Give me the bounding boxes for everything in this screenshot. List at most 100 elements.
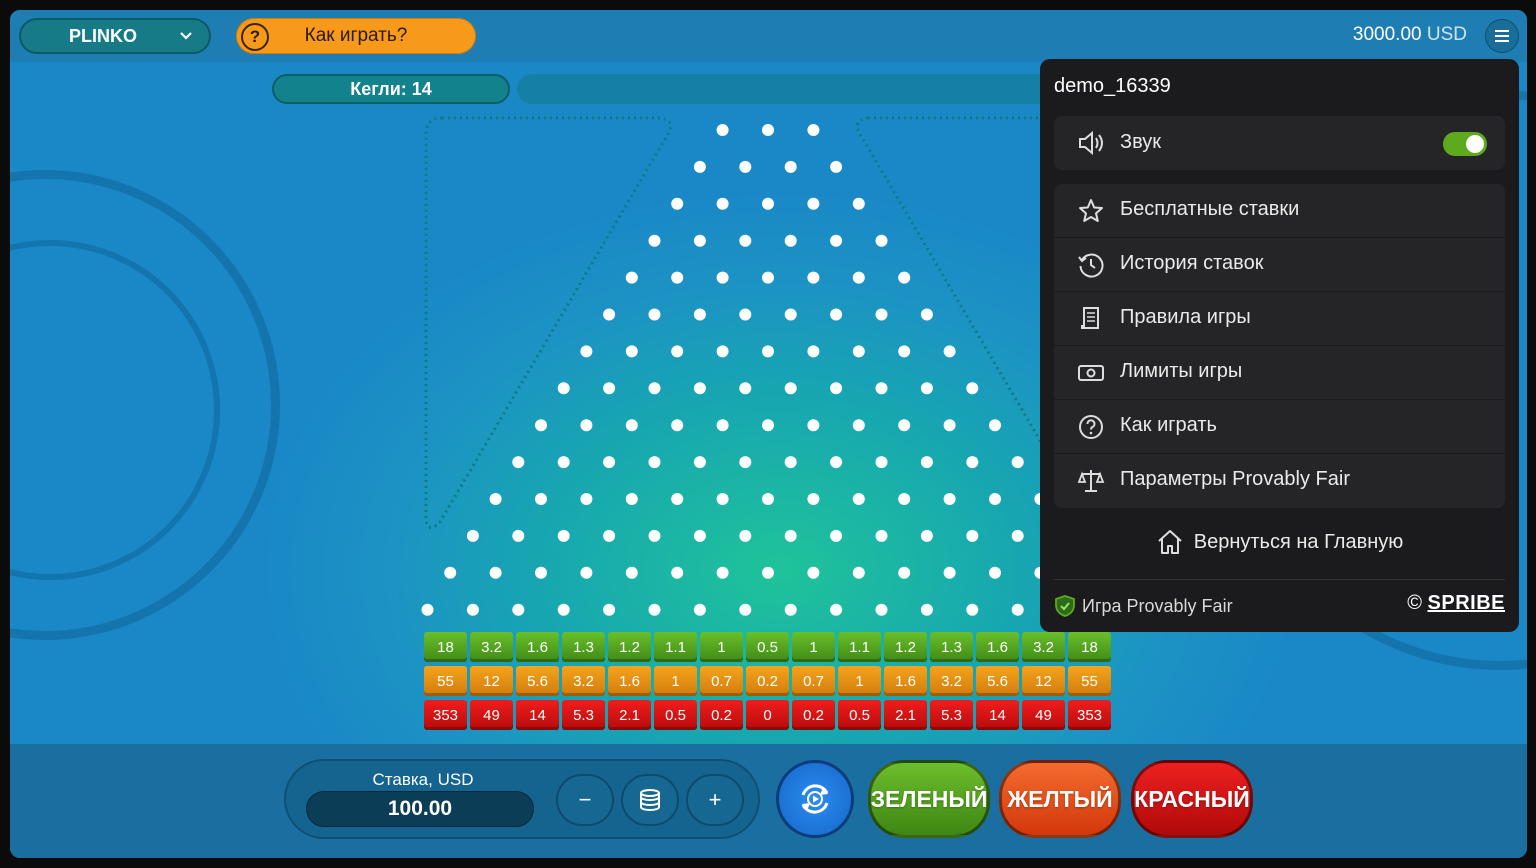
history-icon xyxy=(1076,250,1106,280)
peg xyxy=(920,456,933,469)
menu-item-bet-history[interactable]: История ставок xyxy=(1054,238,1505,292)
bet-amount-input[interactable]: 100.00 xyxy=(306,791,534,827)
menu-item-provably-fair[interactable]: Параметры Provably Fair xyxy=(1054,454,1505,508)
menu-item-how-to-play[interactable]: Как играть xyxy=(1054,400,1505,454)
decrease-bet-button[interactable]: − xyxy=(556,774,614,826)
multiplier-cell-red: 0 xyxy=(746,700,789,730)
sound-label: Звук xyxy=(1120,131,1162,153)
peg xyxy=(920,382,933,395)
multiplier-cell-yellow: 55 xyxy=(1068,666,1111,696)
multiplier-cell-yellow: 3.2 xyxy=(930,666,973,696)
peg xyxy=(852,493,865,505)
increase-bet-button[interactable]: + xyxy=(686,774,744,826)
menu-item-label: Как играть xyxy=(1120,414,1217,436)
peg xyxy=(807,345,820,358)
peg xyxy=(625,271,638,284)
peg xyxy=(807,197,820,210)
autoplay-icon xyxy=(801,784,829,814)
peg xyxy=(1011,456,1024,469)
peg xyxy=(898,419,911,432)
provably-fair-badge[interactable]: Игра Provably Fair xyxy=(1054,594,1233,618)
menu-item-free-bets[interactable]: Бесплатные ставки xyxy=(1054,184,1505,238)
peg xyxy=(762,419,774,432)
coins-icon xyxy=(640,789,660,812)
copyright-symbol: © xyxy=(1407,592,1422,614)
peg xyxy=(830,529,843,542)
peg xyxy=(875,308,888,321)
multiplier-cell-green: 1.3 xyxy=(930,632,973,662)
peg xyxy=(966,529,979,542)
menu-item-limits[interactable]: Лимиты игры xyxy=(1054,346,1505,400)
spribe-logo[interactable]: © SPRIBE xyxy=(1407,592,1505,615)
multiplier-cell-yellow: 0.2 xyxy=(746,666,789,696)
multiplier-cell-yellow: 5.6 xyxy=(516,666,559,696)
pins-group xyxy=(421,124,1115,616)
peg xyxy=(739,234,752,247)
peg xyxy=(716,271,729,284)
multiplier-cell-green: 1.2 xyxy=(608,632,651,662)
multiplier-cell-yellow: 12 xyxy=(470,666,513,696)
peg xyxy=(784,308,797,321)
peg xyxy=(852,345,865,358)
multiplier-cell-yellow: 1.6 xyxy=(884,666,927,696)
menu-item-rules[interactable]: Правила игры xyxy=(1054,292,1505,346)
peg xyxy=(762,197,774,210)
play-red-button[interactable]: КРАСНЫЙ xyxy=(1131,760,1253,838)
peg xyxy=(852,197,865,210)
coins-button[interactable] xyxy=(621,774,679,826)
multiplier-cell-green: 18 xyxy=(1068,632,1111,662)
sound-toggle[interactable] xyxy=(1443,132,1487,156)
multiplier-cell-yellow: 12 xyxy=(1022,666,1065,696)
peg xyxy=(693,603,706,616)
multiplier-cell-red: 49 xyxy=(470,700,513,730)
play-yellow-button[interactable]: ЖЕЛТЫЙ xyxy=(999,760,1121,838)
peg xyxy=(421,603,434,616)
bet-panel: Ставка, USD 100.00 − + xyxy=(284,759,760,839)
peg xyxy=(784,529,797,542)
peg xyxy=(693,529,706,542)
peg xyxy=(784,456,797,469)
peg xyxy=(784,603,797,616)
play-green-button[interactable]: ЗЕЛЕНЫЙ xyxy=(868,760,990,838)
question-icon xyxy=(1076,412,1106,442)
peg xyxy=(580,493,593,505)
peg xyxy=(830,382,843,395)
multiplier-cell-green: 1 xyxy=(792,632,835,662)
peg xyxy=(580,345,593,358)
peg xyxy=(671,566,684,579)
peg xyxy=(625,493,638,505)
peg xyxy=(1011,603,1024,616)
scales-icon xyxy=(1076,466,1106,496)
autoplay-button[interactable] xyxy=(776,760,854,838)
game-screen: PLINKO ? Как играть? 3000.00 USD Кегли: … xyxy=(10,10,1527,858)
menu-item-label: История ставок xyxy=(1120,252,1264,274)
peg xyxy=(830,456,843,469)
peg xyxy=(489,493,502,505)
bottom-panel: Ставка, USD 100.00 − + ЗЕЛЕНЫЙ ЖЕЛТЫЙ КР… xyxy=(10,744,1527,858)
multiplier-cell-red: 353 xyxy=(424,700,467,730)
peg xyxy=(762,493,774,505)
peg xyxy=(762,271,774,284)
peg xyxy=(603,308,616,321)
multiplier-cell-yellow: 1 xyxy=(654,666,697,696)
multiplier-cell-red: 353 xyxy=(1068,700,1111,730)
multiplier-row-green: 18 3.2 1.6 1.3 1.2 1.1 1 0.5 1 1.1 1.2 1.3 1.6 3.2 18 xyxy=(424,632,1111,662)
sound-row[interactable]: Звук xyxy=(1054,116,1505,170)
multiplier-cell-green: 1.1 xyxy=(838,632,881,662)
peg xyxy=(603,603,616,616)
multiplier-cell-red: 5.3 xyxy=(930,700,973,730)
limits-icon xyxy=(1076,358,1106,388)
shield-check-icon xyxy=(1055,595,1075,617)
multiplier-cell-red: 5.3 xyxy=(562,700,605,730)
peg xyxy=(693,234,706,247)
multiplier-cell-green: 1.1 xyxy=(654,632,697,662)
multiplier-cell-yellow: 5.6 xyxy=(976,666,1019,696)
peg xyxy=(807,271,820,284)
multiplier-cell-yellow: 1.6 xyxy=(608,666,651,696)
settings-menu: demo_16339 Звук Бесплатные ставки Истори… xyxy=(1040,59,1519,632)
peg xyxy=(580,419,593,432)
back-to-home-button[interactable]: Вернуться на Главную xyxy=(1054,515,1505,569)
peg xyxy=(648,529,661,542)
multiplier-cell-red: 0.5 xyxy=(654,700,697,730)
peg xyxy=(693,456,706,469)
